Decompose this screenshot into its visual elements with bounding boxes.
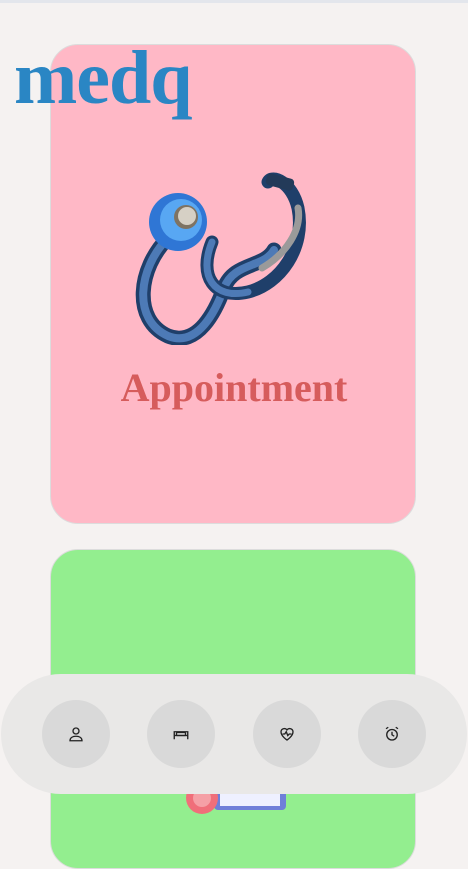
nav-alarm-button[interactable] [358,700,427,768]
stethoscope-image [135,172,306,345]
heart-pulse-icon [280,727,294,741]
nav-profile-button[interactable] [41,700,110,768]
nav-bed-button[interactable] [147,700,216,768]
bed-icon [173,731,189,740]
top-divider [0,0,468,3]
nav-health-button[interactable] [252,700,321,768]
person-icon [69,727,83,742]
alarm-clock-icon [385,726,399,741]
app-logo: medq [14,36,193,120]
appointment-card-title: Appointment [120,365,348,410]
bottom-navigation [1,674,467,794]
